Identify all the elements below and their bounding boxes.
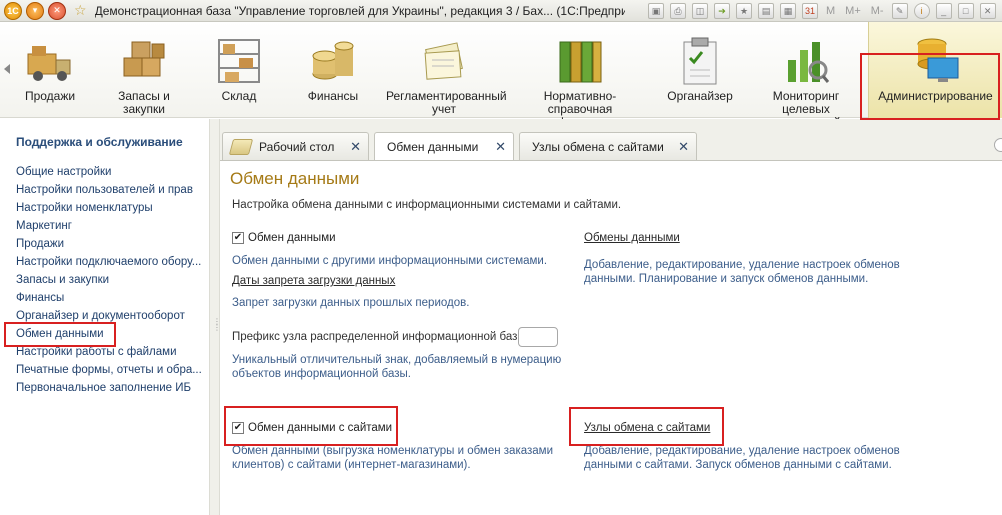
nav-item-nomenclature[interactable]: Настройки номенклатуры <box>16 202 153 214</box>
prefix-label: Префикс узла распределенной информационн… <box>232 331 529 343</box>
memory-m-button[interactable]: M <box>826 5 835 17</box>
left-nav-panel: Поддержка и обслуживание Общие настройки… <box>0 119 209 515</box>
prefix-input[interactable] <box>518 327 558 347</box>
sites-exchange-description: Обмен данными (выгрузка номенклатуры и о… <box>232 445 553 471</box>
ban-dates-description: Запрет загрузки данных прошлых периодов. <box>232 297 470 309</box>
nav-item-files[interactable]: Настройки работы с файлами <box>16 346 177 358</box>
sites-exchange-checkbox[interactable]: ✔ Обмен данными с сайтами <box>232 422 392 434</box>
tab-close-icon[interactable]: ✕ <box>350 139 361 155</box>
tabs-menu-icon[interactable] <box>994 138 1002 152</box>
section-finance[interactable]: Финансы <box>298 22 368 118</box>
page-title: Обмен данными <box>230 169 360 188</box>
info-icon[interactable]: i <box>913 3 930 19</box>
checkbox-label: Обмен данными <box>248 232 336 244</box>
minimize-icon[interactable]: _ <box>935 3 952 19</box>
nav-item-users-rights[interactable]: Настройки пользователей и прав <box>16 184 193 196</box>
title-toolbar: ▣ ⎙ ◫ ➔ ★ ▤ ▦ 31 M M+ M- ✎ i _ □ ✕ <box>648 2 996 20</box>
close-icon[interactable]: ✕ <box>48 1 66 20</box>
preview-icon[interactable]: ◫ <box>692 3 708 19</box>
nav-item-equipment[interactable]: Настройки подключаемого обору... <box>16 256 201 268</box>
content-area: Обмен данными Настройка обмена данными с… <box>220 160 1002 515</box>
exchanges-link[interactable]: Обмены данными <box>584 232 680 244</box>
window-title: Демонстрационная база "Управление торгов… <box>94 3 625 18</box>
main-menu-icon[interactable]: ▾ <box>26 1 44 20</box>
checkbox-label: Обмен данными с сайтами <box>248 422 393 434</box>
save-icon[interactable]: ▣ <box>648 3 664 19</box>
calendar-icon[interactable]: 31 <box>802 3 818 19</box>
panel-splitter[interactable]: ⋮ ⋮ <box>209 119 221 515</box>
tab-site-exchange-nodes[interactable]: Узлы обмена с сайтами ✕ <box>519 132 697 160</box>
section-label: Запасы и закупки <box>118 89 170 116</box>
nav-item-print-forms[interactable]: Печатные формы, отчеты и обра... <box>16 364 202 376</box>
nav-item-stocks[interactable]: Запасы и закупки <box>16 274 109 286</box>
nav-item-finance[interactable]: Финансы <box>16 292 64 304</box>
tab-label: Рабочий стол <box>259 139 335 154</box>
nav-title: Поддержка и обслуживание <box>16 135 183 149</box>
coins-icon <box>307 36 359 86</box>
window-close-icon[interactable]: ✕ <box>979 3 996 19</box>
nav-item-sales[interactable]: Продажи <box>16 238 64 250</box>
tab-close-icon[interactable]: ✕ <box>678 139 689 155</box>
section-reference-info[interactable]: Нормативно-справочная информация <box>514 22 646 129</box>
nav-item-marketing[interactable]: Маркетинг <box>16 220 72 232</box>
bookmark-icon[interactable]: ★ <box>736 3 752 19</box>
page-subtitle: Настройка обмена данными с информационны… <box>232 199 622 211</box>
section-label: Финансы <box>307 89 359 103</box>
shelves-icon <box>213 36 265 86</box>
sections-panel: Продажи Запасы и закупки Склад Финансы Р… <box>0 22 1002 129</box>
section-organizer[interactable]: Органайзер <box>664 22 736 118</box>
tabs-bar: Рабочий стол ✕ Обмен данными ✕ Узлы обме… <box>220 119 1002 161</box>
title-bar: 1С ▾ ✕ ☆ Демонстрационная база "Управлен… <box>0 0 1002 22</box>
section-regulated-accounting[interactable]: Регламентированный учет <box>384 22 507 118</box>
history-icon[interactable]: ▤ <box>758 3 774 19</box>
nav-item-initial-fill[interactable]: Первоначальное заполнение ИБ <box>16 382 191 394</box>
scroll-left-arrow-icon[interactable] <box>4 64 10 74</box>
section-label: Склад <box>221 89 257 103</box>
section-label: Администрирование <box>878 89 993 103</box>
memory-mplus-button[interactable]: M+ <box>845 5 861 17</box>
section-label: Регламентированный учет <box>386 89 507 116</box>
tab-label: Узлы обмена с сайтами <box>532 139 664 154</box>
section-administration[interactable]: Администрирование <box>868 22 1002 118</box>
ban-dates-link[interactable]: Даты запрета загрузки данных <box>232 275 395 287</box>
chart-icon <box>780 36 832 86</box>
nav-item-data-exchange[interactable]: Обмен данными <box>16 328 104 340</box>
favorites-star-icon[interactable]: ☆ <box>74 2 87 19</box>
truck-icon <box>24 36 76 86</box>
admin-icon <box>910 36 962 86</box>
tab-close-icon[interactable]: ✕ <box>495 139 506 155</box>
section-label: Органайзер <box>667 89 733 103</box>
exchange-checkbox[interactable]: ✔ Обмен данными <box>232 232 336 244</box>
nav-item-organizer[interactable]: Органайзер и документооборот <box>16 310 185 322</box>
settings-wrench-icon[interactable]: ✎ <box>891 3 908 19</box>
calculator-icon[interactable]: ▦ <box>780 3 796 19</box>
tab-label: Обмен данными <box>387 140 479 154</box>
binders-icon <box>554 36 606 86</box>
splitter-grip-icon: ⋮ ⋮ <box>213 317 221 332</box>
section-stocks-purchases[interactable]: Запасы и закупки <box>100 22 188 118</box>
exchange-description: Обмен данными с другими информационными … <box>232 255 548 267</box>
tab-desktop[interactable]: Рабочий стол ✕ <box>222 132 369 160</box>
section-kpi-monitoring[interactable]: Мониторинг целевых показателей <box>750 22 862 129</box>
section-sales[interactable]: Продажи <box>14 22 86 118</box>
checkbox-checked-icon[interactable]: ✔ <box>232 422 244 434</box>
desktop-icon <box>228 138 254 155</box>
section-warehouse[interactable]: Склад <box>206 22 272 118</box>
site-nodes-link-description: Добавление, редактирование, удаление нас… <box>584 445 900 471</box>
documents-icon <box>418 36 470 86</box>
boxes-icon <box>118 36 170 86</box>
prefix-description: Уникальный отличительный знак, добавляем… <box>232 354 562 380</box>
tab-data-exchange[interactable]: Обмен данными ✕ <box>374 132 514 161</box>
app-logo-icon[interactable]: 1С <box>4 1 22 20</box>
checkbox-checked-icon[interactable]: ✔ <box>232 232 244 244</box>
section-label: Продажи <box>24 89 76 103</box>
exchanges-link-description: Добавление, редактирование, удаление нас… <box>584 259 900 285</box>
site-nodes-link[interactable]: Узлы обмена с сайтами <box>584 422 710 434</box>
memory-mminus-button[interactable]: M- <box>871 5 884 17</box>
clipboard-icon <box>674 36 726 86</box>
forward-icon[interactable]: ➔ <box>714 3 730 19</box>
nav-item-general-settings[interactable]: Общие настройки <box>16 166 111 178</box>
print-icon[interactable]: ⎙ <box>670 3 686 19</box>
maximize-icon[interactable]: □ <box>957 3 974 19</box>
